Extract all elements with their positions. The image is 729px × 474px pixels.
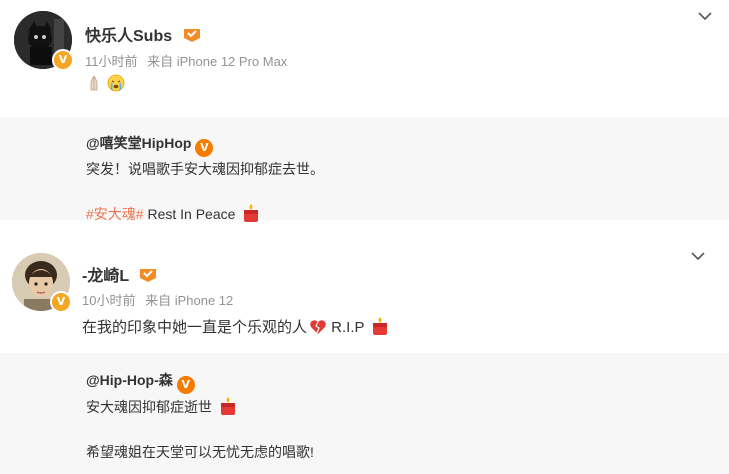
hashtag-link[interactable]: #安大魂# — [86, 206, 144, 222]
post-time[interactable]: 10小时前 — [82, 293, 135, 308]
pray-emoji-icon — [90, 75, 98, 91]
repost-user[interactable]: @Hip-Hop-森 V — [86, 370, 195, 394]
post-meta: 11小时前 来自 iPhone 12 Pro Max — [85, 51, 293, 70]
post-source: 来自 iPhone 12 — [145, 293, 234, 308]
repost-user[interactable]: @嘻笑堂HipHop V — [86, 133, 214, 157]
candle-emoji-icon — [220, 397, 235, 415]
crying-emoji-icon — [107, 74, 125, 92]
fan-badge-icon — [140, 269, 157, 282]
repost-card[interactable]: @嘻笑堂HipHop V 突发！说唱歌手安大魂因抑郁症去世。 #安大魂# Rest… — [0, 117, 729, 222]
repost-text: 希望魂姐在天堂可以无忧无虑的唱歌! — [86, 444, 314, 460]
verified-badge-icon: V — [50, 291, 72, 313]
verified-badge-icon: V — [176, 376, 195, 394]
verified-badge-icon: V — [52, 49, 74, 71]
repost-card[interactable]: @Hip-Hop-森 V 安大魂因抑郁症逝世 希望魂姐在天堂可以无忧无虑的唱歌! — [0, 353, 729, 474]
weibo-post: V -龙崎L 10小时前 来自 iPhone 12 在我的印象中她一直是个乐观的… — [0, 232, 729, 474]
post-content: 在我的印象中她一直是个乐观的人 R.I.P — [82, 316, 390, 337]
avatar[interactable]: V — [12, 253, 72, 313]
post-source: 来自 iPhone 12 Pro Max — [147, 54, 288, 69]
post-content — [85, 74, 125, 92]
candle-emoji-icon — [373, 317, 388, 335]
weibo-post: V 快乐人Subs 11小时前 来自 iPhone 12 Pro Max @嘻笑… — [0, 0, 729, 222]
repost-text: #安大魂# Rest In Peace — [86, 203, 261, 224]
post-meta: 10小时前 来自 iPhone 12 — [82, 290, 239, 309]
broken-heart-emoji-icon — [310, 320, 326, 334]
chevron-down-icon[interactable] — [691, 252, 705, 261]
post-time[interactable]: 11小时前 — [85, 54, 138, 69]
verified-badge-icon: V — [195, 139, 214, 157]
username[interactable]: -龙崎L — [82, 262, 158, 286]
repost-text: 安大魂因抑郁症逝世 — [86, 396, 238, 417]
chevron-down-icon[interactable] — [698, 12, 712, 21]
avatar[interactable]: V — [14, 11, 74, 71]
username[interactable]: 快乐人Subs — [85, 22, 202, 46]
fan-badge-icon — [183, 29, 200, 42]
candle-emoji-icon — [244, 204, 259, 222]
repost-text: 突发！说唱歌手安大魂因抑郁症去世。 — [86, 161, 324, 177]
